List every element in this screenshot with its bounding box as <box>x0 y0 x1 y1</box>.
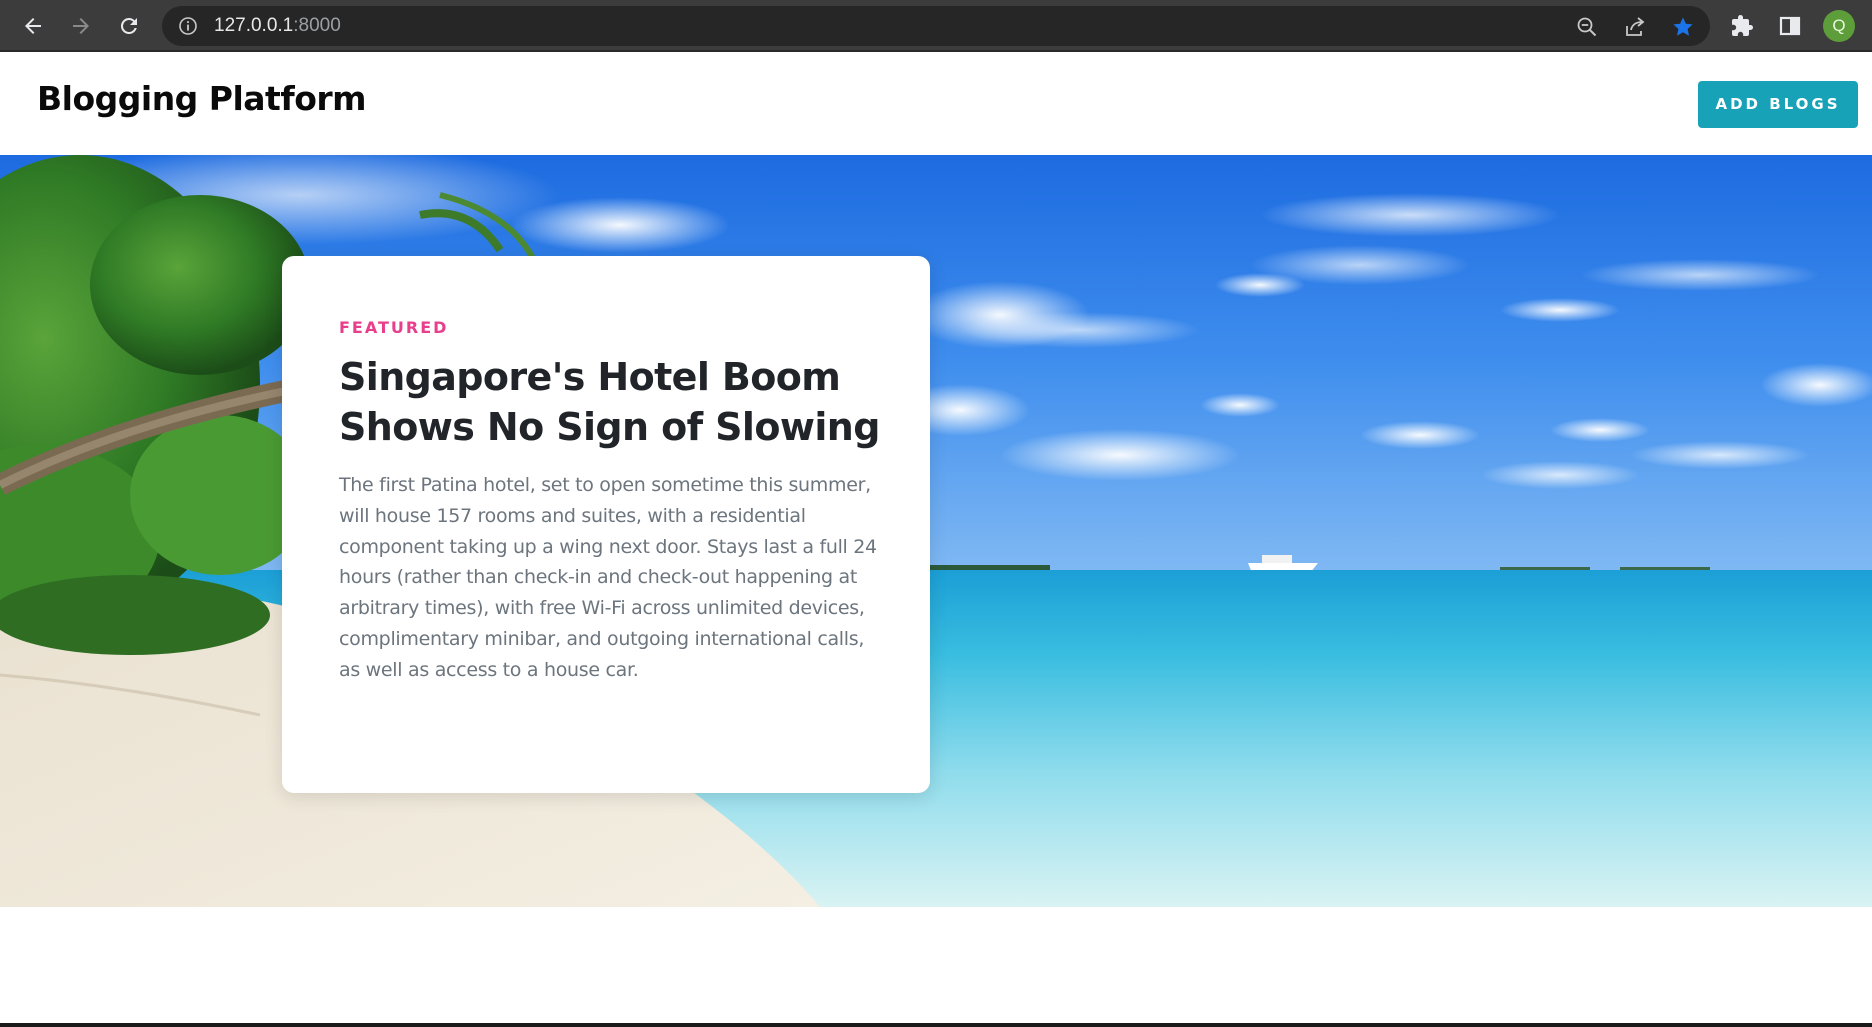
bottom-divider <box>0 1023 1872 1027</box>
bookmark-button[interactable] <box>1670 14 1696 40</box>
featured-post-excerpt: The first Patina hotel, set to open some… <box>339 474 877 681</box>
browser-toolbar: 127.0.0.1:8000 Q <box>0 0 1872 52</box>
url-host: 127.0.0.1 <box>214 15 294 36</box>
info-icon[interactable] <box>178 16 198 36</box>
reload-button[interactable] <box>112 9 146 43</box>
add-blogs-button[interactable]: ADD BLOGS <box>1698 81 1858 128</box>
side-panel-icon <box>1779 16 1801 36</box>
arrow-right-icon <box>73 18 89 34</box>
reload-icon <box>120 17 137 34</box>
zoom-out-icon <box>1577 17 1597 37</box>
hero-section: FEATURED Singapore's Hotel Boom Shows No… <box>0 155 1872 907</box>
featured-post-card[interactable]: FEATURED Singapore's Hotel Boom Shows No… <box>282 256 930 793</box>
side-panel-button[interactable] <box>1776 12 1804 40</box>
arrow-left-icon <box>25 18 41 34</box>
share-icon <box>1626 17 1645 36</box>
url-text[interactable]: 127.0.0.1:8000 <box>214 15 341 37</box>
address-bar[interactable]: 127.0.0.1:8000 <box>162 6 1710 46</box>
site-title[interactable]: Blogging Platform <box>37 78 367 120</box>
url-port: :8000 <box>293 15 341 36</box>
forward-button[interactable] <box>64 9 98 43</box>
zoom-button[interactable] <box>1574 14 1600 40</box>
beach-background-image <box>0 155 1872 907</box>
featured-post-title[interactable]: Singapore's Hotel Boom Shows No Sign of … <box>339 352 899 452</box>
extensions-button[interactable] <box>1728 12 1756 40</box>
featured-label: FEATURED <box>339 318 449 337</box>
site-header: Blogging Platform ADD BLOGS <box>0 54 1872 155</box>
share-button[interactable] <box>1622 14 1648 40</box>
profile-avatar[interactable]: Q <box>1823 10 1855 42</box>
star-icon <box>1673 17 1693 36</box>
back-button[interactable] <box>16 9 50 43</box>
puzzle-icon <box>1732 15 1753 36</box>
